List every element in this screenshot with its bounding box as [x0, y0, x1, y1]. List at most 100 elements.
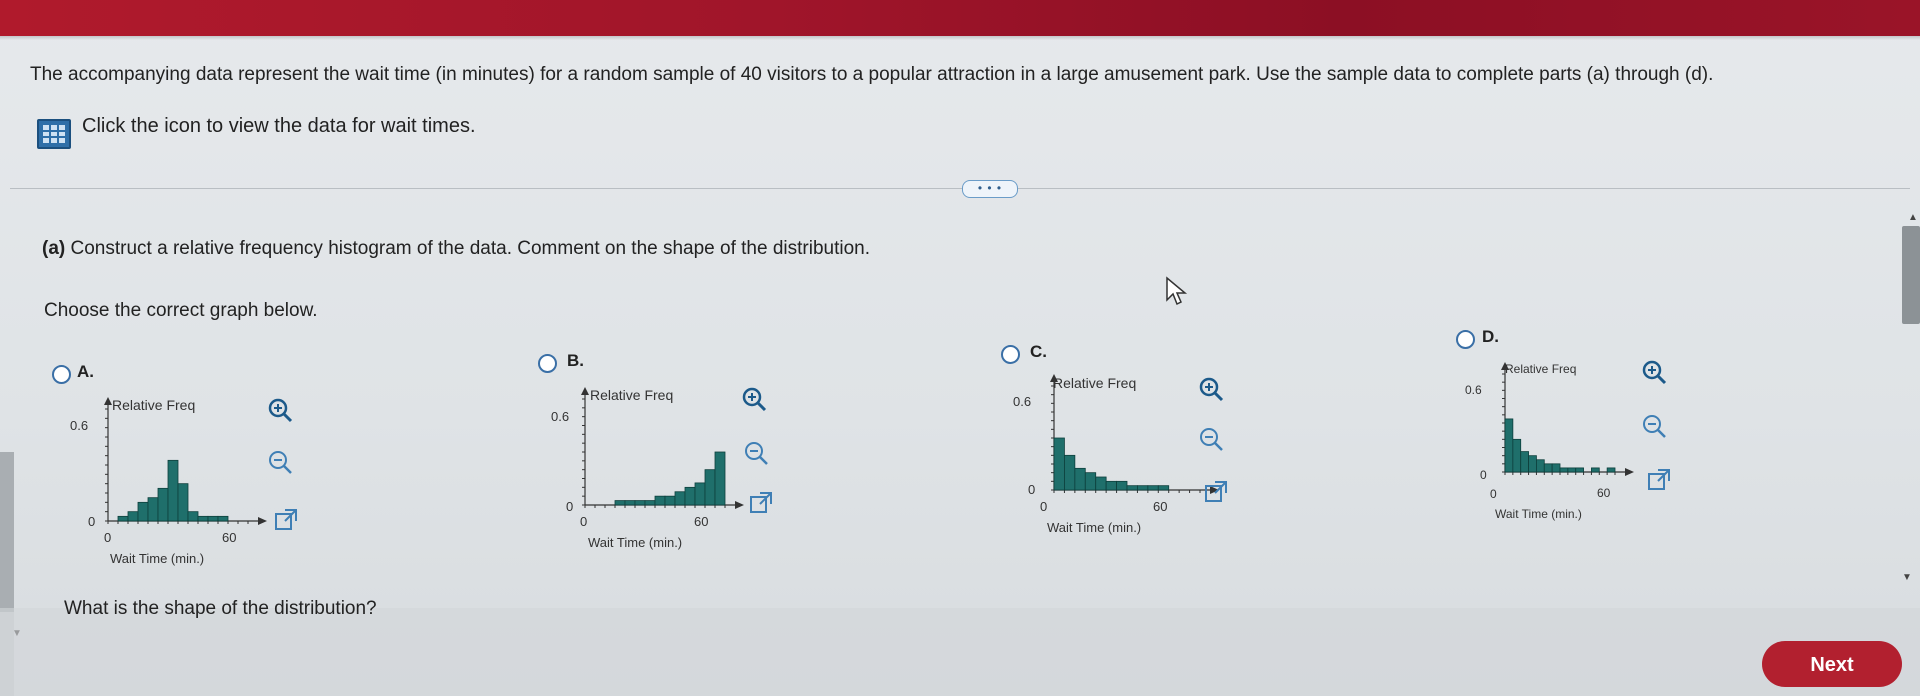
- part-a-prompt: (a) Construct a relative frequency histo…: [42, 238, 870, 260]
- x-axis-arrow: [735, 501, 744, 509]
- option-d-xlabel: Wait Time (min.): [1495, 507, 1582, 521]
- histogram-bar: [1105, 480, 1117, 491]
- option-a-radio[interactable]: [52, 365, 71, 384]
- right-scroll-up-icon[interactable]: ▲: [1908, 212, 1918, 223]
- histogram-bar: [1606, 467, 1616, 473]
- y-axis-arrow: [104, 397, 112, 405]
- histogram-bar: [217, 515, 229, 522]
- histogram-bar: [614, 500, 626, 506]
- option-b-label: B.: [567, 351, 584, 370]
- histogram-bar: [197, 515, 209, 522]
- histogram-bar: [117, 515, 129, 522]
- option-c-zoom-in-icon[interactable]: [1197, 375, 1225, 403]
- histogram-bar: [1126, 485, 1138, 491]
- option-a-xlabel: Wait Time (min.): [110, 551, 205, 566]
- histogram-bar: [1567, 467, 1577, 473]
- option-d-radio[interactable]: [1456, 330, 1475, 349]
- option-d-xtick-60: 60: [1597, 486, 1611, 500]
- histogram-bar: [1053, 437, 1065, 491]
- histogram-bar: [714, 451, 726, 506]
- y-axis-arrow: [1501, 362, 1509, 370]
- histogram-bar: [1575, 467, 1584, 473]
- option-b-zoom-out-icon[interactable]: [742, 439, 770, 467]
- option-d-label: D.: [1482, 327, 1499, 346]
- option-b-radio[interactable]: [538, 354, 557, 373]
- option-d-xtick-zero: 0: [1490, 487, 1497, 501]
- histogram-bar: [634, 500, 646, 506]
- left-scroll-thumb[interactable]: [0, 452, 14, 612]
- choose-prompt: Choose the correct graph below.: [44, 300, 318, 321]
- histogram-bar: [1074, 467, 1086, 491]
- histogram-bar: [664, 495, 676, 506]
- part-a-label: (a): [42, 238, 66, 259]
- histogram-bar: [157, 487, 169, 522]
- histogram-bar: [654, 495, 666, 506]
- part-a-text: Construct a relative frequency histogram…: [70, 238, 871, 259]
- histogram-bar: [644, 500, 656, 506]
- histogram-bar: [147, 497, 159, 522]
- top-banner-shadow: [0, 36, 1920, 40]
- histogram-bar: [1559, 467, 1569, 473]
- option-d-zoom-out-icon[interactable]: [1640, 412, 1668, 440]
- histogram-bar: [1084, 472, 1097, 491]
- histogram-bar: [1095, 476, 1107, 491]
- x-axis-arrow: [258, 517, 267, 525]
- option-a-label: A.: [77, 362, 94, 381]
- histogram-bar: [1504, 418, 1514, 473]
- option-c-xlabel: Wait Time (min.): [1047, 520, 1142, 535]
- option-c-label: C.: [1030, 342, 1047, 361]
- histogram-bar: [1543, 463, 1553, 473]
- y-axis-arrow: [1050, 374, 1058, 382]
- option-a-histogram: [104, 397, 267, 525]
- right-scroll-down-icon[interactable]: ▼: [1902, 572, 1912, 583]
- option-d-ytick-zero: 0: [1480, 468, 1487, 482]
- histogram-bar: [1147, 485, 1159, 491]
- histogram-bar: [1512, 438, 1522, 473]
- bottom-band: [0, 608, 1920, 696]
- next-button[interactable]: Next: [1762, 641, 1902, 687]
- data-table-icon[interactable]: [37, 119, 71, 149]
- histogram-bar: [1157, 485, 1170, 491]
- histogram-bar: [1137, 485, 1149, 491]
- top-banner: [0, 0, 1920, 36]
- histogram-bar: [684, 486, 696, 506]
- histogram-bar: [187, 511, 199, 522]
- option-b-histogram: [581, 387, 744, 509]
- expand-more-button[interactable]: • • •: [962, 180, 1018, 198]
- option-b-xlabel: Wait Time (min.): [588, 535, 683, 550]
- option-c-radio[interactable]: [1001, 345, 1020, 364]
- histogram-bar: [674, 491, 686, 506]
- option-c-ytick-top: 0.6: [1013, 394, 1032, 409]
- histogram-bar: [127, 511, 139, 522]
- histogram-bar: [694, 482, 706, 506]
- option-a-zoom-in-icon[interactable]: [266, 396, 294, 424]
- histogram-bar: [207, 515, 219, 522]
- option-d-zoom-in-icon[interactable]: [1640, 358, 1668, 386]
- histogram-bar: [167, 459, 179, 522]
- option-c-zoom-out-icon[interactable]: [1197, 425, 1225, 453]
- divider: [10, 188, 1910, 189]
- histogram-bar: [624, 500, 636, 506]
- option-c-popout-icon[interactable]: [1202, 478, 1230, 506]
- option-b-popout-icon[interactable]: [747, 489, 775, 517]
- histogram-bar: [704, 469, 716, 506]
- option-c-histogram: [1050, 374, 1219, 494]
- option-d-popout-icon[interactable]: [1645, 466, 1673, 494]
- histogram-bar: [1536, 459, 1545, 473]
- mouse-cursor-icon: [1166, 276, 1188, 306]
- right-scroll-thumb[interactable]: [1902, 226, 1920, 324]
- shape-question: What is the shape of the distribution?: [64, 598, 377, 619]
- histogram-bar: [177, 483, 189, 522]
- histogram-bar: [1520, 451, 1529, 473]
- histogram-bar: [1064, 454, 1076, 491]
- option-a-popout-icon[interactable]: [272, 506, 300, 534]
- option-d-ytick-top: 0.6: [1465, 383, 1482, 397]
- histogram-bar: [1551, 463, 1561, 473]
- option-a-zoom-out-icon[interactable]: [266, 448, 294, 476]
- data-link-text: Click the icon to view the data for wait…: [82, 115, 476, 137]
- option-b-zoom-in-icon[interactable]: [740, 385, 768, 413]
- y-axis-arrow: [581, 387, 589, 395]
- histogram-bar: [137, 501, 149, 522]
- x-axis-arrow: [1625, 468, 1634, 476]
- option-d-histogram: [1501, 362, 1634, 476]
